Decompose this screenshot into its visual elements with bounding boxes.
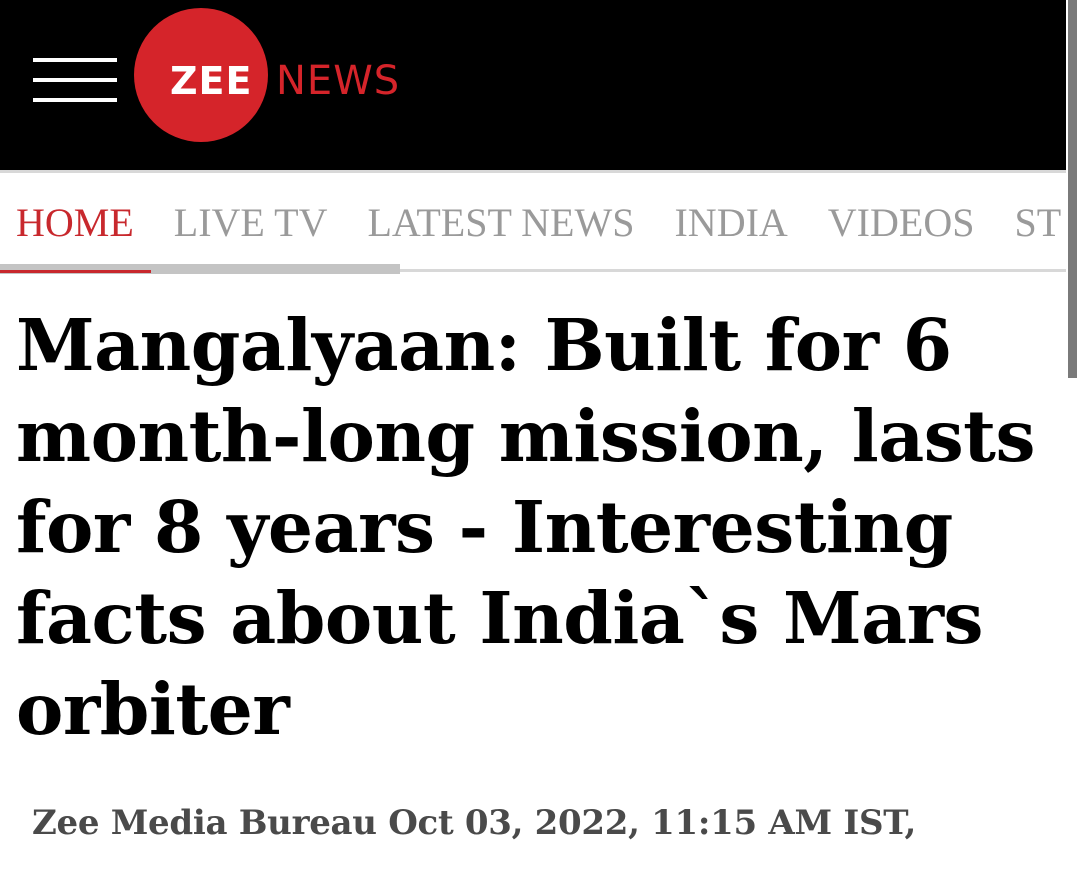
menu-line — [33, 58, 117, 62]
nav-active-indicator — [0, 270, 151, 273]
page-scrollbar-thumb[interactable] — [1068, 0, 1077, 378]
article-byline: Zee Media Bureau Oct 03, 2022, 11:15 AM … — [32, 803, 917, 843]
nav-item-st[interactable]: ST — [1014, 199, 1061, 246]
logo-text-news: NEWS — [276, 58, 401, 104]
nav-item-india[interactable]: INDIA — [674, 199, 787, 246]
nav-item-videos[interactable]: VIDEOS — [828, 199, 975, 246]
menu-line — [33, 78, 117, 82]
nav-item-home[interactable]: HOME — [16, 199, 134, 246]
main-navigation: HOME LIVE TV LATEST NEWS INDIA VIDEOS ST — [0, 173, 1066, 277]
menu-line — [33, 98, 117, 102]
hamburger-menu-icon[interactable] — [33, 58, 117, 104]
zee-news-logo[interactable]: ZEE NEWS — [134, 8, 434, 144]
logo-text-zee: ZEE — [170, 59, 253, 103]
article-headline: Mangalyaan: Built for 6 month-long missi… — [16, 303, 1035, 751]
site-header: ZEE NEWS — [0, 0, 1066, 170]
nav-item-live-tv[interactable]: LIVE TV — [174, 199, 328, 246]
nav-item-latest-news[interactable]: LATEST NEWS — [367, 199, 634, 246]
nav-items: HOME LIVE TV LATEST NEWS INDIA VIDEOS ST — [16, 199, 1066, 246]
